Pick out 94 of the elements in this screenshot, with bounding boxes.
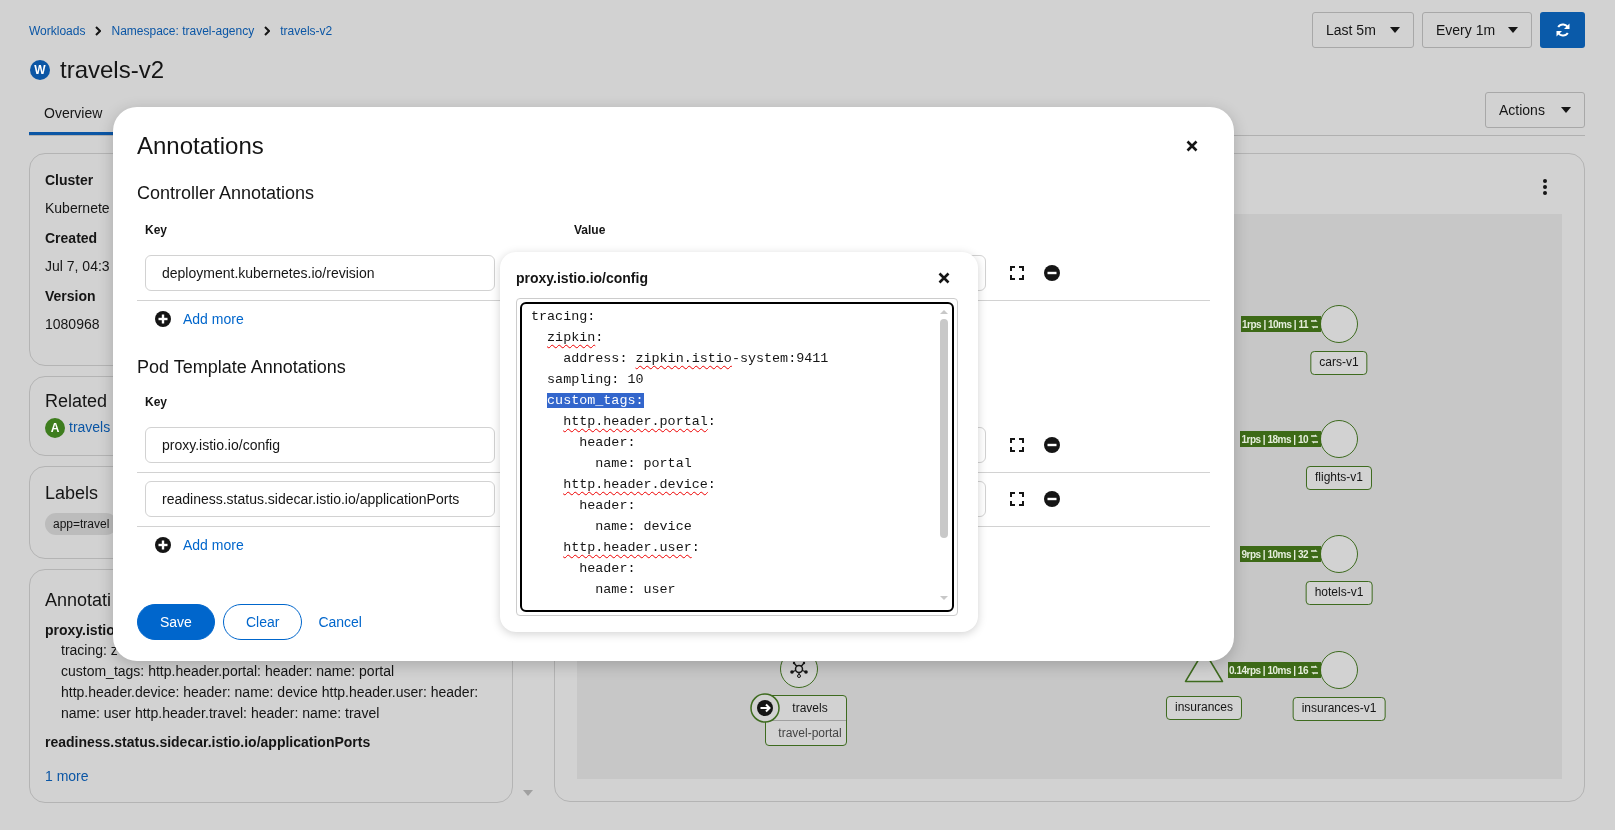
annotation-key: readiness.status.sidecar.istio.io/applicationPorts: [45, 732, 371, 752]
arrows-icon: [1310, 549, 1319, 559]
annotation-value: tracing: z: [60, 641, 119, 660]
key-field[interactable]: proxy.istio.io/config: [145, 427, 495, 463]
traffic-edge[interactable]: 0.14rps | 10ms | 16: [1228, 662, 1321, 678]
workload-node[interactable]: [1320, 305, 1358, 343]
workload-node[interactable]: [1320, 651, 1358, 689]
remove-icon: [1044, 491, 1060, 507]
traffic-label: 1rps | 10ms | 11: [1242, 317, 1308, 332]
field-label: Created: [45, 229, 98, 248]
dialog-button[interactable]: Save: [137, 604, 215, 640]
config-text-area[interactable]: tracing: zipkin: address: zipkin.istio-system:9411 sampling: 10 custom_tags: http.header.portal: header: name: portal http.header.device: header: name: device http.header.user: header: name: user: [520, 302, 954, 612]
remove-icon: [1044, 265, 1060, 281]
close-icon: [1186, 140, 1198, 152]
remove-icon: [1044, 437, 1060, 453]
traffic-label: 1rps | 18ms | 10: [1241, 432, 1308, 447]
breadcrumb-link[interactable]: Workloads: [29, 22, 86, 40]
traffic-label: 0.14rps | 10ms | 16: [1229, 663, 1308, 678]
code-line: name: portal: [595, 455, 692, 473]
code-line: name: user: [595, 581, 676, 599]
kebab-icon[interactable]: [1543, 179, 1547, 195]
code-line: address: zipkin.istio-system:9411: [563, 350, 829, 368]
app-badge: A: [45, 417, 65, 438]
related-link[interactable]: travels: [69, 417, 111, 438]
traffic-label: 9rps | 10ms | 32: [1241, 547, 1308, 562]
expand-icon: [1010, 266, 1024, 280]
code-line: http.header.device:: [563, 476, 716, 494]
field-label: Version: [45, 287, 96, 306]
workload-node[interactable]: [1320, 535, 1358, 573]
node-label: flights-v1: [1306, 466, 1372, 490]
workload-node[interactable]: [1320, 420, 1358, 458]
hub-icon: [789, 660, 809, 678]
field-label: Cluster: [45, 171, 94, 190]
traffic-edge[interactable]: 9rps | 10ms | 32: [1240, 546, 1321, 562]
expand-icon: [1010, 438, 1024, 452]
column-header: Value: [574, 222, 606, 239]
column-header: Key: [145, 394, 167, 411]
node-label: cars-v1: [1310, 351, 1368, 375]
arrows-icon: [1310, 665, 1319, 675]
caret-icon: [1561, 107, 1571, 113]
arrows-icon: [1310, 434, 1319, 444]
code-line: tracing:: [531, 308, 596, 326]
interval-dropdown[interactable]: Every 1m: [1422, 12, 1532, 48]
chevron-icon: [95, 26, 102, 36]
more-link[interactable]: 1 more: [45, 766, 89, 787]
traffic-edge[interactable]: 1rps | 10ms | 11: [1241, 316, 1321, 332]
traffic-edge[interactable]: 1rps | 18ms | 10: [1240, 431, 1321, 447]
key-field[interactable]: readiness.status.sidecar.istio.io/applicationPorts: [145, 481, 495, 517]
annotation-key: proxy.istio: [45, 620, 115, 640]
refresh-button[interactable]: [1540, 12, 1585, 48]
workload-badge: W: [30, 60, 50, 80]
dialog-button[interactable]: Clear: [222, 604, 303, 640]
column-header: Key: [145, 222, 167, 239]
card-title: Labels: [45, 482, 99, 505]
field-value: Jul 7, 04:3: [45, 257, 110, 276]
add-icon: [155, 537, 171, 553]
code-line: sampling: 10: [547, 371, 644, 389]
node-label: hotels-v1: [1305, 581, 1373, 605]
popover-title: proxy.istio.io/config: [516, 269, 648, 288]
duration-dropdown[interactable]: Last 5m: [1312, 12, 1414, 48]
breadcrumb-link[interactable]: travels-v2: [280, 22, 333, 40]
arrows-icon: [1310, 319, 1319, 329]
node-label: travels: [791, 700, 829, 717]
cancel-link[interactable]: Cancel: [310, 604, 370, 640]
card-title: Annotati: [45, 589, 112, 612]
caret-icon: [1508, 27, 1518, 33]
node-label: insurances-v1: [1292, 697, 1386, 721]
breadcrumb-link[interactable]: Namespace: travel-agency: [111, 22, 255, 40]
dialog-title: Annotations: [137, 131, 264, 161]
card-title: Related: [45, 390, 108, 413]
section-title: Controller Annotations: [137, 182, 315, 204]
annotation-value: custom_tags: http.header.portal: header: name: portal http.header.device: header: name: device http.header.user: header: name: user http.header.travel: header: name: travel: [60, 662, 480, 723]
close-icon: [938, 272, 950, 284]
code-line: header:: [579, 560, 636, 578]
refresh-icon: [1554, 22, 1571, 38]
code-line: zipkin:: [547, 329, 604, 347]
key-field[interactable]: deployment.kubernetes.io/revision: [145, 255, 495, 291]
node-label: insurances: [1166, 696, 1242, 720]
add-more-link[interactable]: Add more: [183, 535, 244, 555]
code-line: name: device: [595, 518, 692, 536]
code-line: header:: [579, 434, 636, 452]
caret-icon: [1390, 27, 1400, 33]
code-line: http.header.portal:: [563, 413, 716, 431]
field-value: Kubernete: [45, 199, 110, 218]
page-title: travels-v2: [60, 55, 165, 85]
field-value: 1080968: [45, 315, 100, 334]
add-icon: [155, 311, 171, 327]
code-line: header:: [579, 497, 636, 515]
add-more-link[interactable]: Add more: [183, 309, 244, 329]
actions-dropdown[interactable]: Actions: [1485, 92, 1585, 128]
expand-icon: [1010, 492, 1024, 506]
section-title: Pod Template Annotations: [137, 356, 346, 378]
chevron-icon: [264, 26, 271, 36]
code-line: http.header.user:: [563, 539, 700, 557]
